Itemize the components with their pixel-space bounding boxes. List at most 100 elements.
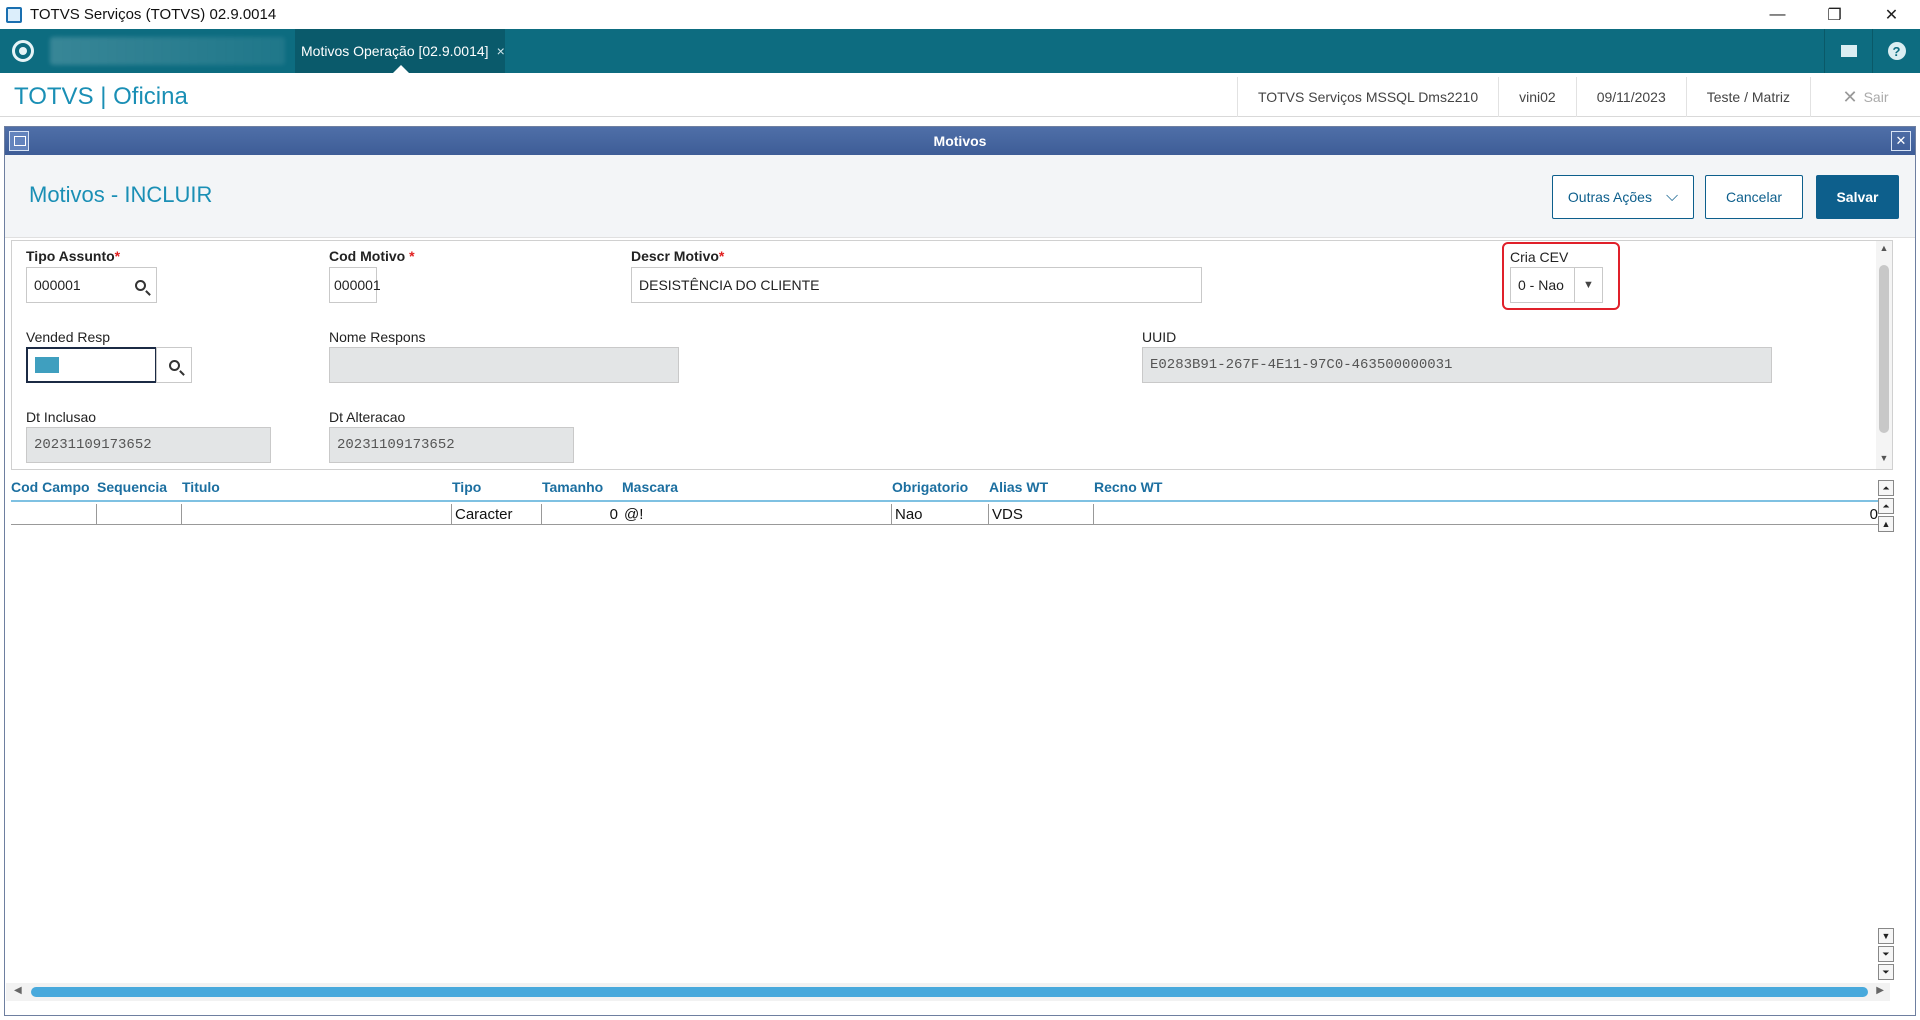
window-controls: — ❐ ✕: [1749, 0, 1920, 29]
scroll-up-icon[interactable]: ▲: [1876, 243, 1892, 253]
scroll-top-icon[interactable]: ⏶: [1878, 480, 1894, 496]
dialog-close-button[interactable]: ✕: [1891, 131, 1911, 151]
brand-title: TOTVS | Oficina: [14, 83, 188, 110]
totvs-logo-icon[interactable]: [12, 40, 34, 62]
tab-motivos-operacao[interactable]: Motivos Operação [02.9.0014] ×: [295, 29, 505, 73]
col-titulo[interactable]: Titulo: [182, 479, 220, 495]
chevron-down-icon: ⌵: [1665, 188, 1679, 205]
close-window-button[interactable]: ✕: [1863, 0, 1920, 29]
scroll-thumb[interactable]: [1879, 265, 1889, 433]
scroll-down-icon[interactable]: ▼: [1876, 453, 1892, 463]
search-icon: [168, 359, 180, 371]
dt-alteracao-label: Dt Alteracao: [329, 409, 406, 425]
save-button[interactable]: Salvar: [1816, 175, 1899, 219]
col-sequencia[interactable]: Sequencia: [97, 479, 167, 495]
dt-inclusao-label: Dt Inclusao: [26, 409, 97, 425]
cell-obrigatorio[interactable]: Nao: [891, 504, 988, 525]
descr-motivo-label: Descr Motivo*: [631, 248, 724, 264]
tab-close-icon[interactable]: ×: [497, 43, 505, 59]
vended-resp-input[interactable]: [26, 347, 157, 383]
header-info: TOTVS Serviços MSSQL Dms2210 vini02 09/1…: [1236, 77, 1920, 117]
table-row[interactable]: Caracter 0 @! Nao VDS 0: [11, 504, 1881, 525]
scroll-right-icon[interactable]: ▶: [1876, 985, 1884, 996]
tipo-assunto-label: Tipo Assunto*: [26, 248, 120, 264]
user-name: vini02: [1498, 77, 1576, 117]
dialog-title: Motivos: [933, 133, 987, 149]
window-title: TOTVS Serviços (TOTVS) 02.9.0014: [30, 6, 277, 23]
required-mark: *: [718, 248, 725, 264]
outras-acoes-button[interactable]: Outras Ações ⌵: [1552, 175, 1694, 219]
cell-mascara[interactable]: @!: [621, 504, 891, 525]
tipo-assunto-label-text: Tipo Assunto: [26, 248, 115, 264]
restore-button[interactable]: ❐: [1806, 0, 1863, 29]
outras-acoes-label: Outras Ações: [1567, 189, 1652, 205]
col-recno-wt[interactable]: Recno WT: [1094, 479, 1162, 495]
col-alias-wt[interactable]: Alias WT: [989, 479, 1048, 495]
cria-cev-value: 0 - Nao: [1518, 277, 1564, 293]
col-mascara[interactable]: Mascara: [622, 479, 678, 495]
motivos-dialog: Motivos ✕ Motivos - INCLUIR Outras Ações…: [4, 126, 1916, 1016]
help-button[interactable]: ?: [1872, 29, 1920, 73]
app-header: TOTVS | Oficina TOTVS Serviços MSSQL Dms…: [0, 77, 1920, 117]
cell-cod-campo[interactable]: [11, 504, 96, 525]
scroll-left-icon[interactable]: ◀: [14, 985, 22, 996]
tipo-assunto-lookup[interactable]: [122, 267, 158, 303]
cod-motivo-input[interactable]: 000001: [329, 267, 381, 303]
chevron-down-icon[interactable]: ▼: [1574, 268, 1602, 302]
vended-resp-lookup[interactable]: [156, 347, 192, 383]
grid-header: Cod Campo Sequencia Titulo Tipo Tamanho …: [11, 472, 1881, 502]
help-icon: ?: [1887, 42, 1906, 60]
scroll-up-icon[interactable]: ▲: [1878, 516, 1894, 532]
nome-respons-label: Nome Respons: [329, 329, 426, 345]
descr-motivo-label-text: Descr Motivo: [631, 248, 719, 264]
scroll-bottom-icon[interactable]: ⏷: [1878, 964, 1894, 980]
descr-motivo-input[interactable]: DESISTÊNCIA DO CLIENTE: [631, 267, 1202, 303]
tab-blurred[interactable]: [50, 37, 285, 65]
col-tipo[interactable]: Tipo: [452, 479, 481, 495]
company-branch: Teste / Matriz: [1685, 77, 1810, 117]
server-name: TOTVS Serviços MSSQL Dms2210: [1236, 77, 1498, 117]
dialog-window-icon: [9, 131, 29, 151]
cell-tipo[interactable]: Caracter: [451, 504, 541, 525]
fields-grid: Cod Campo Sequencia Titulo Tipo Tamanho …: [11, 472, 1895, 1012]
dt-alteracao-input: 20231109173652: [329, 427, 574, 463]
minimize-button[interactable]: —: [1749, 0, 1806, 29]
dt-inclusao-input: 20231109173652: [26, 427, 271, 463]
text-selection: [35, 357, 59, 373]
nome-respons-input: [329, 347, 679, 383]
tab-label: Motivos Operação [02.9.0014]: [301, 43, 489, 59]
tabbar-actions: ?: [1824, 29, 1920, 73]
grid-hscrollbar[interactable]: ◀ ▶: [6, 983, 1890, 1001]
vended-resp-label: Vended Resp: [26, 329, 111, 345]
scroll-page-up-icon[interactable]: ⏶: [1878, 498, 1894, 514]
scroll-page-down-icon[interactable]: ⏷: [1878, 946, 1894, 962]
page-header: Motivos - INCLUIR Outras Ações ⌵ Cancela…: [5, 155, 1915, 238]
scroll-down-icon[interactable]: ▼: [1878, 928, 1894, 944]
hscroll-thumb[interactable]: [31, 987, 1868, 997]
cria-cev-label: Cria CEV: [1510, 249, 1569, 265]
col-tamanho[interactable]: Tamanho: [542, 479, 603, 495]
exit-button[interactable]: ✕ Sair: [1810, 77, 1920, 117]
cell-recno-wt[interactable]: 0: [1093, 504, 1881, 525]
cell-alias-wt[interactable]: VDS: [988, 504, 1093, 525]
search-icon: [134, 279, 146, 291]
col-cod-campo[interactable]: Cod Campo: [11, 479, 90, 495]
required-mark: *: [114, 248, 121, 264]
cell-titulo[interactable]: [181, 504, 451, 525]
required-mark: *: [405, 248, 415, 264]
cell-tamanho[interactable]: 0: [541, 504, 621, 525]
dialog-header: Motivos ✕: [5, 127, 1915, 155]
grid-vscrollbar[interactable]: ⏶ ⏶ ▲ ▼ ⏷ ⏷: [1877, 472, 1895, 982]
exit-label: Sair: [1863, 89, 1889, 105]
col-obrigatorio[interactable]: Obrigatorio: [892, 479, 968, 495]
mail-icon: [1840, 45, 1857, 57]
mail-button[interactable]: [1824, 29, 1872, 73]
cod-motivo-label-text: Cod Motivo: [329, 248, 406, 264]
exit-icon: ✕: [1842, 86, 1858, 107]
tab-pointer: [393, 65, 409, 73]
cancel-button[interactable]: Cancelar: [1705, 175, 1803, 219]
cria-cev-select[interactable]: 0 - Nao ▼: [1510, 267, 1603, 303]
page-title: Motivos - INCLUIR: [29, 182, 213, 207]
cell-sequencia[interactable]: [96, 504, 181, 525]
form-scrollbar[interactable]: ▲ ▼: [1876, 241, 1892, 469]
